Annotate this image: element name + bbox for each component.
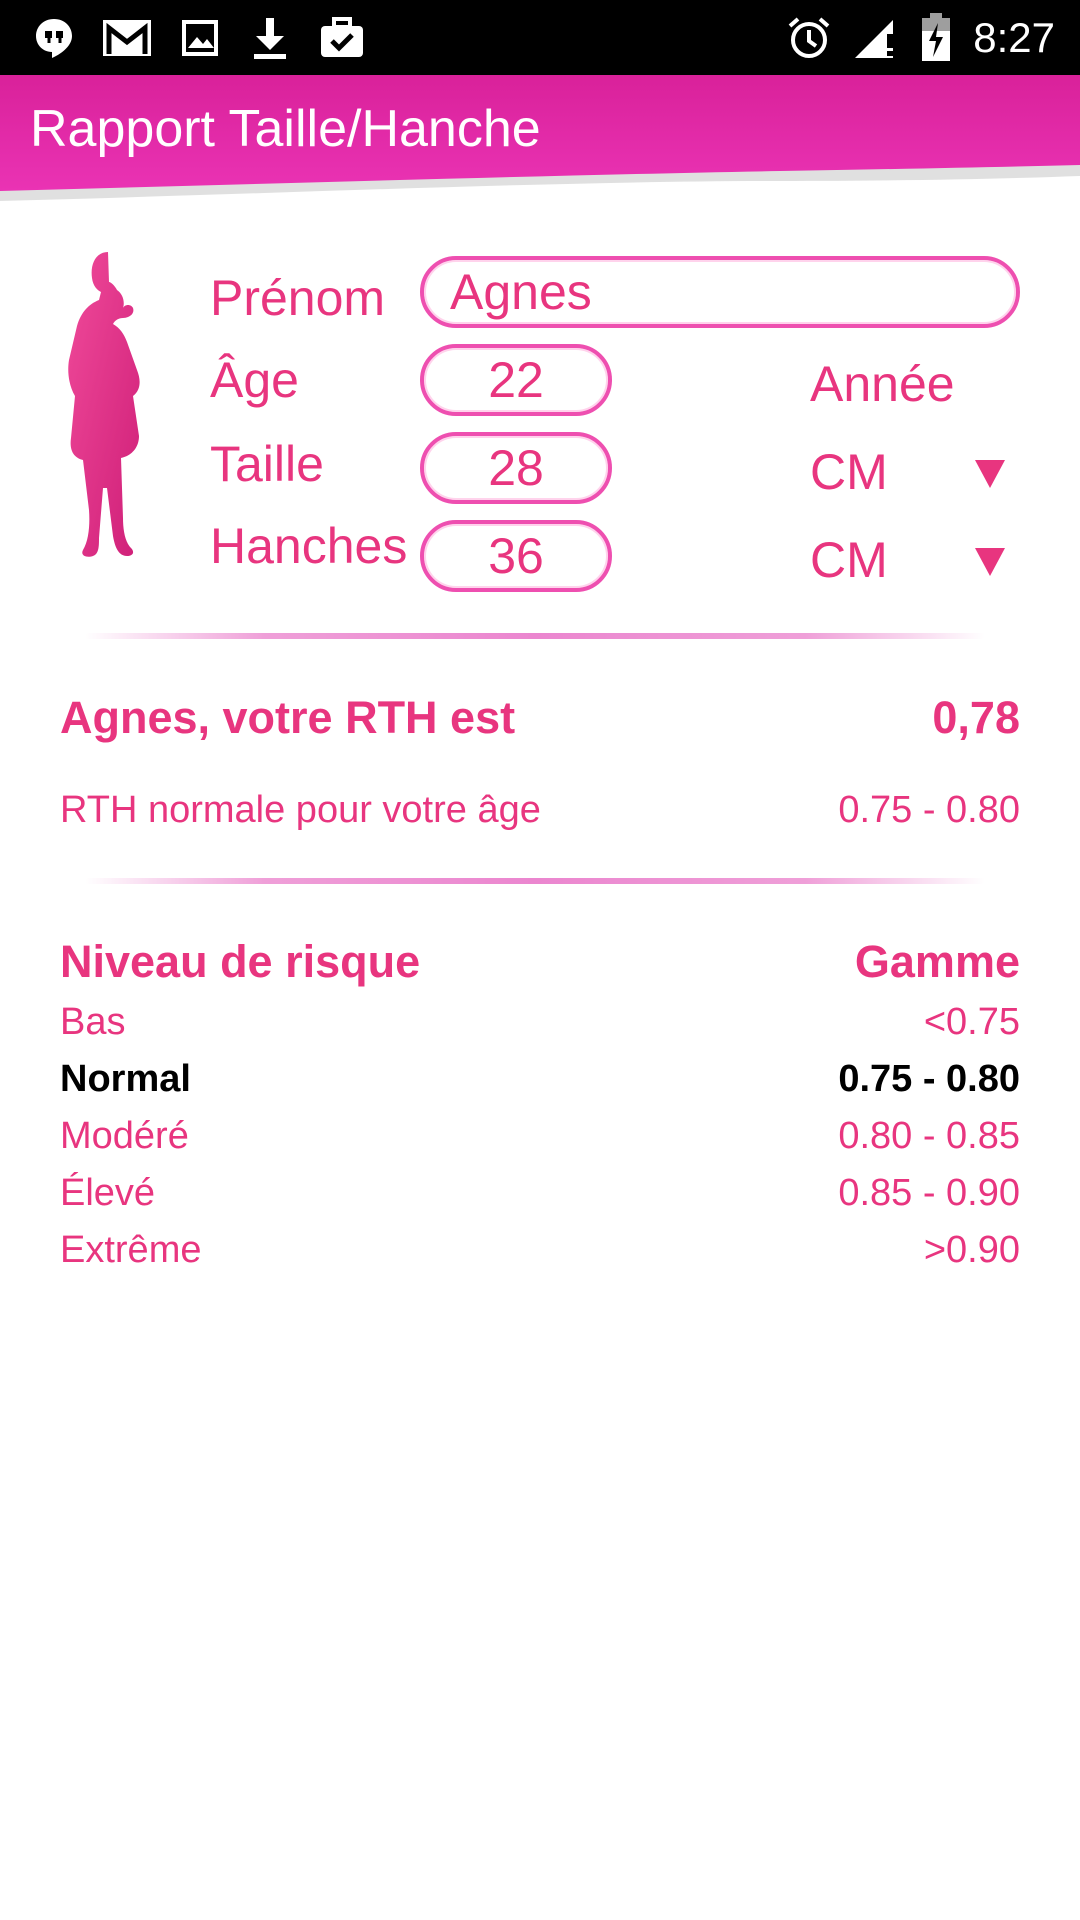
hanches-unit-dropdown-icon[interactable] xyxy=(975,548,1005,576)
divider xyxy=(85,878,985,884)
result-row: Agnes, votre RTH est 0,78 xyxy=(60,690,1020,746)
app-bar: Rapport Taille/Hanche xyxy=(0,75,1080,225)
result-value: 0,78 xyxy=(932,692,1020,743)
table-row-highlighted: Normal 0.75 - 0.80 xyxy=(60,1055,1020,1103)
risk-range: 0.85 - 0.90 xyxy=(838,1172,1020,1214)
risk-level: Extrême xyxy=(60,1229,202,1271)
risk-level: Normal xyxy=(60,1058,191,1100)
risk-range: >0.90 xyxy=(923,1229,1020,1271)
taille-unit-select[interactable]: CM xyxy=(810,442,888,502)
risk-range: 0.80 - 0.85 xyxy=(838,1115,1020,1157)
table-row: Extrême >0.90 xyxy=(60,1226,1020,1274)
hangouts-icon xyxy=(30,14,78,62)
normal-range-row: RTH normale pour votre âge 0.75 - 0.80 xyxy=(60,786,1020,834)
download-icon xyxy=(248,14,292,62)
risk-table-header: Niveau de risque Gamme xyxy=(60,934,1020,990)
risk-range: 0.75 - 0.80 xyxy=(838,1058,1020,1100)
risk-header-level: Niveau de risque xyxy=(60,936,421,987)
risk-level: Modéré xyxy=(60,1115,189,1157)
battery-charging-icon xyxy=(918,13,954,62)
table-row: Élevé 0.85 - 0.90 xyxy=(60,1169,1020,1217)
status-time: 8:27 xyxy=(973,14,1055,61)
app-title: Rapport Taille/Hanche xyxy=(30,100,541,158)
age-label: Âge xyxy=(210,352,299,408)
hanches-field[interactable]: 36 xyxy=(420,520,612,592)
taille-field[interactable]: 28 xyxy=(420,432,612,504)
briefcase-check-icon xyxy=(318,14,366,62)
prenom-field[interactable]: Agnes xyxy=(420,256,1020,328)
risk-level: Bas xyxy=(60,1001,126,1043)
signal-icon xyxy=(852,14,900,62)
hanches-label: Hanches xyxy=(210,518,408,574)
risk-level: Élevé xyxy=(60,1172,156,1214)
image-icon xyxy=(178,14,222,62)
taille-label: Taille xyxy=(210,436,324,492)
alarm-icon xyxy=(786,14,832,62)
table-row: Modéré 0.80 - 0.85 xyxy=(60,1112,1020,1160)
prenom-label: Prénom xyxy=(210,270,386,326)
hanches-unit-select[interactable]: CM xyxy=(810,530,888,590)
status-bar: 8:27 xyxy=(0,0,1080,75)
age-field[interactable]: 22 xyxy=(420,344,612,416)
result-headline: Agnes, votre RTH est xyxy=(60,692,516,743)
risk-range: <0.75 xyxy=(923,1001,1020,1043)
divider xyxy=(85,633,985,639)
woman-silhouette-icon xyxy=(68,252,140,557)
gmail-icon xyxy=(100,14,154,62)
table-row: Bas <0.75 xyxy=(60,998,1020,1046)
normal-range-label: RTH normale pour votre âge xyxy=(60,789,541,831)
taille-unit-dropdown-icon[interactable] xyxy=(975,460,1005,488)
age-unit: Année xyxy=(810,356,955,412)
risk-header-range: Gamme xyxy=(854,936,1020,987)
normal-range-value: 0.75 - 0.80 xyxy=(838,789,1020,831)
